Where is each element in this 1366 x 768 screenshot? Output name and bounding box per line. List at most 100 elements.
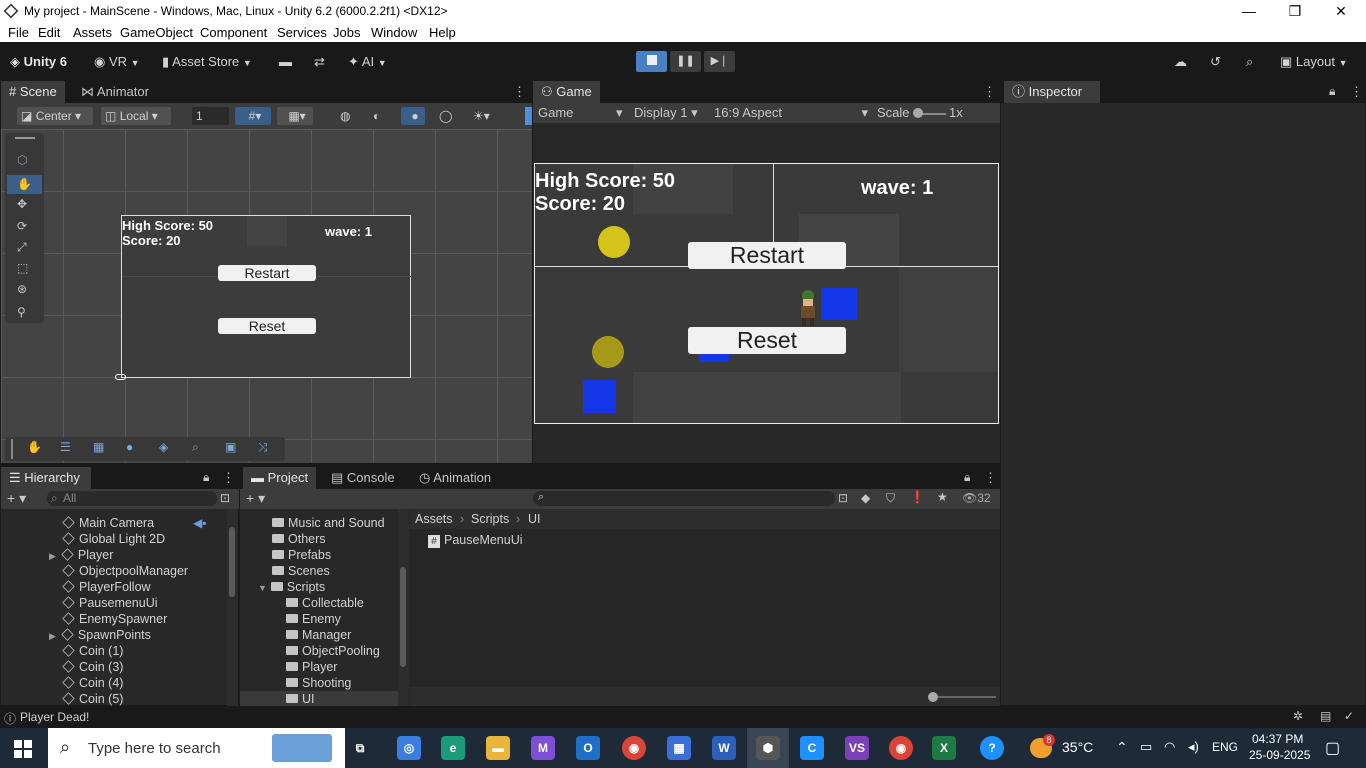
menu-component[interactable]: Component <box>200 25 267 40</box>
create-button[interactable]: + ▾ <box>246 490 265 507</box>
outlook-icon[interactable]: O <box>576 736 600 760</box>
visual-studio-icon[interactable]: VS <box>845 736 869 760</box>
camera-gizmo-icon[interactable]: ◀▪ <box>193 516 206 530</box>
lock-icon[interactable]: 🔒︎ <box>1329 84 1335 99</box>
clock-time[interactable]: 04:37 PM <box>1252 732 1303 746</box>
battery-icon[interactable]: ▭ <box>1140 739 1152 755</box>
tab-console[interactable]: ▤ Console <box>323 467 403 489</box>
tab-animator[interactable]: ⋈ Animator <box>73 81 157 103</box>
menu-help[interactable]: Help <box>429 25 456 40</box>
language-indicator[interactable]: ENG <box>1212 740 1238 754</box>
zoom-icon[interactable]: ⌕ <box>192 440 199 455</box>
step-button[interactable]: ▶❘ <box>704 51 735 72</box>
taskbar-search-box[interactable]: ⌕ Type here to search <box>48 728 345 768</box>
ai-dropdown[interactable]: ✦ AI ▼ <box>348 52 387 72</box>
layers-icon[interactable]: ◈ <box>159 440 168 454</box>
circle-icon[interactable]: ● <box>126 440 133 454</box>
project-search-input[interactable]: ⌕ <box>533 491 835 506</box>
pause-button[interactable]: ❚❚ <box>670 51 701 72</box>
icon-size-slider-track[interactable] <box>932 696 996 698</box>
space-dropdown[interactable]: ◫ Local ▾ <box>101 107 171 125</box>
favorite-star-icon[interactable]: ★ <box>937 490 948 504</box>
view-cube-icon[interactable]: ⬡ <box>17 153 27 167</box>
menu-assets[interactable]: Assets <box>73 25 112 40</box>
excel-icon[interactable]: X <box>932 736 956 760</box>
hierarchy-item[interactable]: Main Camera <box>62 516 154 530</box>
hierarchy-item[interactable]: ObjectpoolManager <box>62 564 188 578</box>
aspect-dropdown[interactable]: 16:9 Aspect ▾ <box>714 105 868 120</box>
status-message[interactable]: Player Dead! <box>20 710 89 724</box>
grid-snap-toggle[interactable]: #▾ <box>235 107 271 125</box>
more-options-icon[interactable]: ⋮ <box>222 470 235 486</box>
menu-jobs[interactable]: Jobs <box>333 25 360 40</box>
icon-size-slider-thumb[interactable] <box>928 692 938 702</box>
debug-icon[interactable]: ✲ <box>1293 709 1303 723</box>
warning-icon[interactable]: ❗ <box>910 490 925 504</box>
wifi-icon[interactable]: ◠ <box>1164 739 1175 755</box>
snap-value-input[interactable]: 1 <box>192 107 229 125</box>
custom-tool-icon[interactable]: ⚲ <box>17 305 26 319</box>
layout-dropdown[interactable]: ▣ Layout ▼ <box>1280 52 1348 72</box>
menu-gameobject[interactable]: GameObject <box>120 25 193 40</box>
globe-icon[interactable]: ◍ <box>336 107 358 125</box>
breadcrumb-scripts[interactable]: Scripts <box>471 512 509 526</box>
game-reset-button[interactable]: Reset <box>688 327 846 354</box>
folder-item[interactable]: ▼ Scripts <box>258 580 325 594</box>
hierarchy-item[interactable]: ▶ SpawnPoints <box>49 628 151 642</box>
expand-arrow-icon[interactable]: ▶ <box>49 551 56 561</box>
store-icon[interactable]: ▦ <box>667 736 691 760</box>
notifications-icon[interactable]: ▢ <box>1325 738 1340 758</box>
folder-item[interactable]: Manager <box>286 628 351 642</box>
copilot-icon[interactable]: ◎ <box>397 736 421 760</box>
scene-restart-button[interactable]: Restart <box>218 265 316 281</box>
game-mode-dropdown[interactable]: Game ▾ <box>538 105 623 120</box>
transform-tool-icon[interactable]: ⊛ <box>17 282 27 296</box>
more-options-icon[interactable]: ⋮ <box>513 84 526 100</box>
overlay-handle[interactable] <box>11 439 13 459</box>
help-icon[interactable]: ? <box>980 736 1004 760</box>
rect-tool-icon[interactable]: ⬚ <box>17 261 28 275</box>
rect-pivot-handle[interactable] <box>115 374 126 380</box>
breadcrumb-assets[interactable]: Assets <box>415 512 453 526</box>
scrollbar-thumb[interactable] <box>400 567 406 667</box>
folder-item-selected[interactable]: UI <box>286 692 315 706</box>
folder-item[interactable]: Scenes <box>272 564 330 578</box>
more-options-icon[interactable]: ⋮ <box>984 470 997 486</box>
hierarchy-item[interactable]: EnemySpawner <box>62 612 167 626</box>
word-icon[interactable]: W <box>712 736 736 760</box>
history-icon[interactable]: ↺ <box>1210 52 1221 72</box>
camera-icon[interactable]: ▣ <box>225 440 236 454</box>
scene-view[interactable]: High Score: 50 Score: 20 wave: 1 Restart… <box>1 129 532 463</box>
tab-scene[interactable]: # Scene <box>1 81 65 103</box>
folder-item[interactable]: Others <box>272 532 326 546</box>
hand-icon[interactable]: ✋ <box>27 440 42 454</box>
pivot-dropdown[interactable]: ◪ Center ▾ <box>17 107 93 125</box>
wireframe-icon[interactable]: ◯ <box>435 107 457 125</box>
rotate-tool-icon[interactable]: ⟳ <box>17 219 27 233</box>
hierarchy-item[interactable]: PausemenuUi <box>62 596 158 610</box>
scale-tool-icon[interactable]: ⤢ <box>17 240 27 255</box>
scrollbar-thumb[interactable] <box>229 527 235 597</box>
folder-item[interactable]: Shooting <box>286 676 351 690</box>
menu-edit[interactable]: Edit <box>38 25 60 40</box>
account-button[interactable]: ◈ Unity 6 <box>10 52 67 72</box>
add-button[interactable]: + ▾ <box>7 490 26 507</box>
more-options-icon[interactable]: ⋮ <box>983 84 996 100</box>
progress-icon[interactable]: ▤ <box>1320 709 1331 723</box>
folder-item[interactable]: ObjectPooling <box>286 644 380 658</box>
align-icon[interactable]: ☰ <box>60 440 71 454</box>
search-by-type-icon[interactable]: ⊡ <box>838 491 848 505</box>
scale-slider-thumb[interactable] <box>913 108 923 118</box>
game-view[interactable]: High Score: 50 Score: 20 wave: 1 Restart… <box>534 163 999 424</box>
hierarchy-search-input[interactable]: ⌕ All <box>47 491 217 506</box>
hierarchy-scrollbar[interactable] <box>227 509 238 707</box>
tab-inspector[interactable]: ⓘ Inspector <box>1004 81 1100 103</box>
lock-icon[interactable]: 🔒︎ <box>964 470 970 485</box>
vr-dropdown[interactable]: ◉ VR ▼ <box>94 52 140 72</box>
folder-item[interactable]: Music and Sound <box>272 516 385 530</box>
snap-increment-dropdown[interactable]: ▦▾ <box>277 107 313 125</box>
breadcrumb-ui[interactable]: UI <box>528 512 541 526</box>
cloud-icon[interactable]: ☁ <box>1174 52 1187 72</box>
temperature-text[interactable]: 35°C <box>1062 739 1093 755</box>
edge-icon[interactable]: e <box>441 736 465 760</box>
